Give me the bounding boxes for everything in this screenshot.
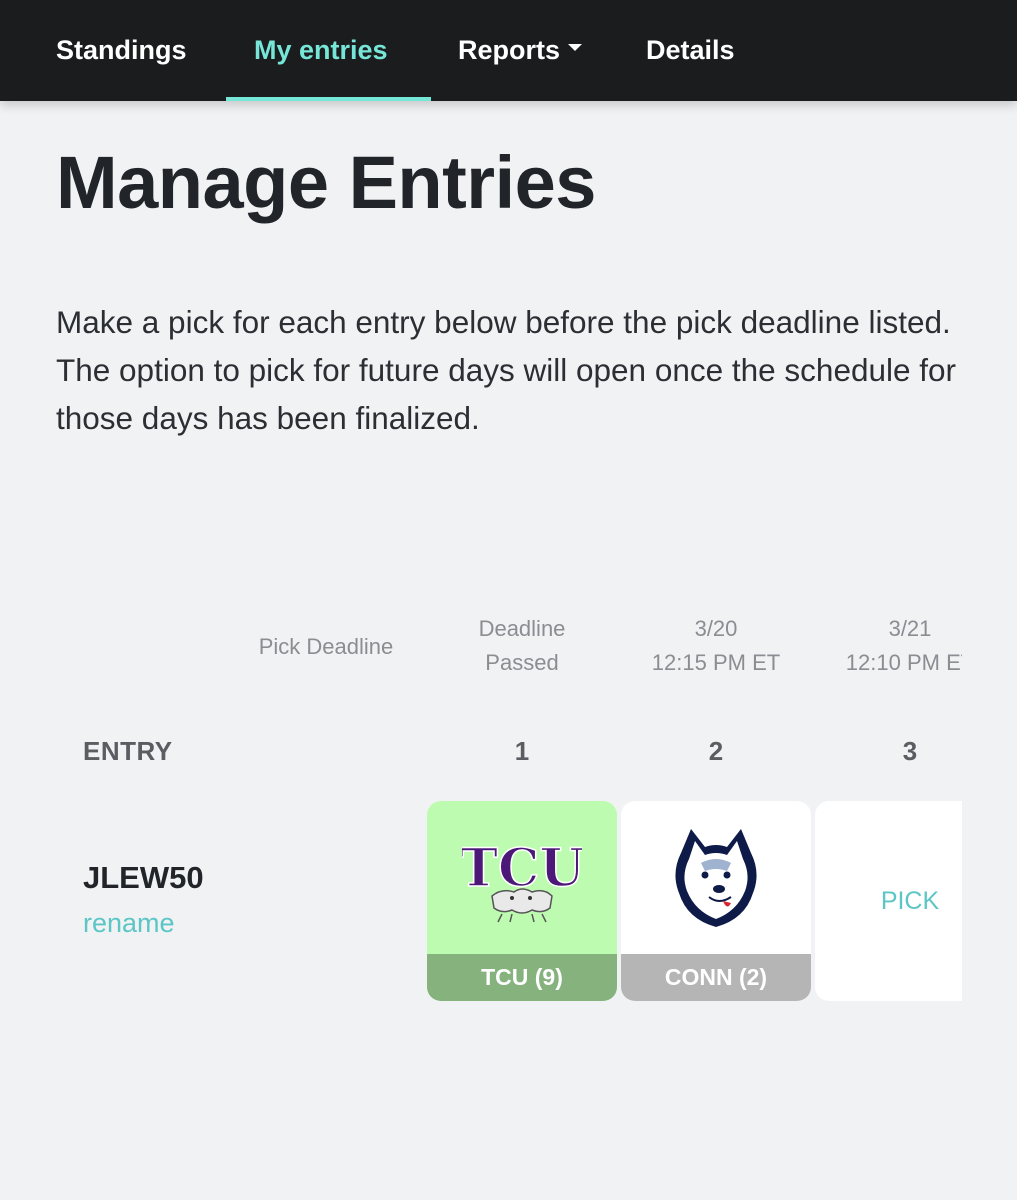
column-1-deadline-line2: Passed (485, 650, 559, 675)
column-2-deadline-time: 12:15 PM ET (651, 650, 781, 675)
tcu-logo-icon: TCU (427, 801, 617, 954)
entries-table: Pick Deadline Deadline Passed 3/20 12:15… (0, 600, 962, 1020)
column-2-deadline-date: 3/20 (694, 616, 738, 641)
nav-reports-label: Reports (458, 35, 561, 65)
nav-reports-dropdown[interactable]: Reports (458, 0, 583, 101)
pick-1-team-label: TCU (9) (427, 954, 617, 1001)
entry-column-header: ENTRY (83, 736, 173, 766)
uconn-husky-logo-icon (621, 801, 811, 954)
column-1-deadline: Deadline Passed (422, 612, 622, 680)
active-tab-indicator (226, 97, 431, 101)
nav-my-entries[interactable]: My entries (254, 0, 388, 101)
nav-standings-label: Standings (56, 35, 187, 65)
nav-details[interactable]: Details (646, 0, 735, 101)
column-2-number: 2 (708, 736, 724, 766)
entry-name: JLEW50 (83, 860, 204, 895)
column-3-deadline-time: 12:10 PM ET (845, 650, 962, 675)
column-1-number: 1 (514, 736, 530, 766)
pick-deadline-header: Pick Deadline (258, 634, 394, 659)
column-3-deadline: 3/21 12:10 PM ET (810, 612, 962, 680)
pick-button[interactable]: PICK (815, 801, 962, 1001)
top-navigation: Standings My entries Reports Details (0, 0, 1017, 101)
column-3-deadline-date: 3/21 (888, 616, 932, 641)
caret-down-icon (568, 44, 583, 51)
column-2-deadline: 3/20 12:15 PM ET (616, 612, 816, 680)
column-1-deadline-line1: Deadline (478, 616, 566, 641)
column-3-number: 3 (902, 736, 918, 766)
pick-2-team-label: CONN (2) (621, 954, 811, 1001)
page-title: Manage Entries (56, 141, 596, 224)
rename-link[interactable]: rename (83, 908, 175, 939)
nav-my-entries-label: My entries (254, 35, 388, 65)
pick-card-day-2[interactable]: CONN (2) (621, 801, 811, 1001)
pick-card-day-3[interactable]: PICK (815, 801, 962, 1001)
nav-standings[interactable]: Standings (56, 0, 187, 101)
pick-card-day-1[interactable]: TCU TCU (9) (427, 801, 617, 1001)
nav-details-label: Details (646, 35, 735, 65)
intro-text: Make a pick for each entry below before … (56, 304, 957, 436)
